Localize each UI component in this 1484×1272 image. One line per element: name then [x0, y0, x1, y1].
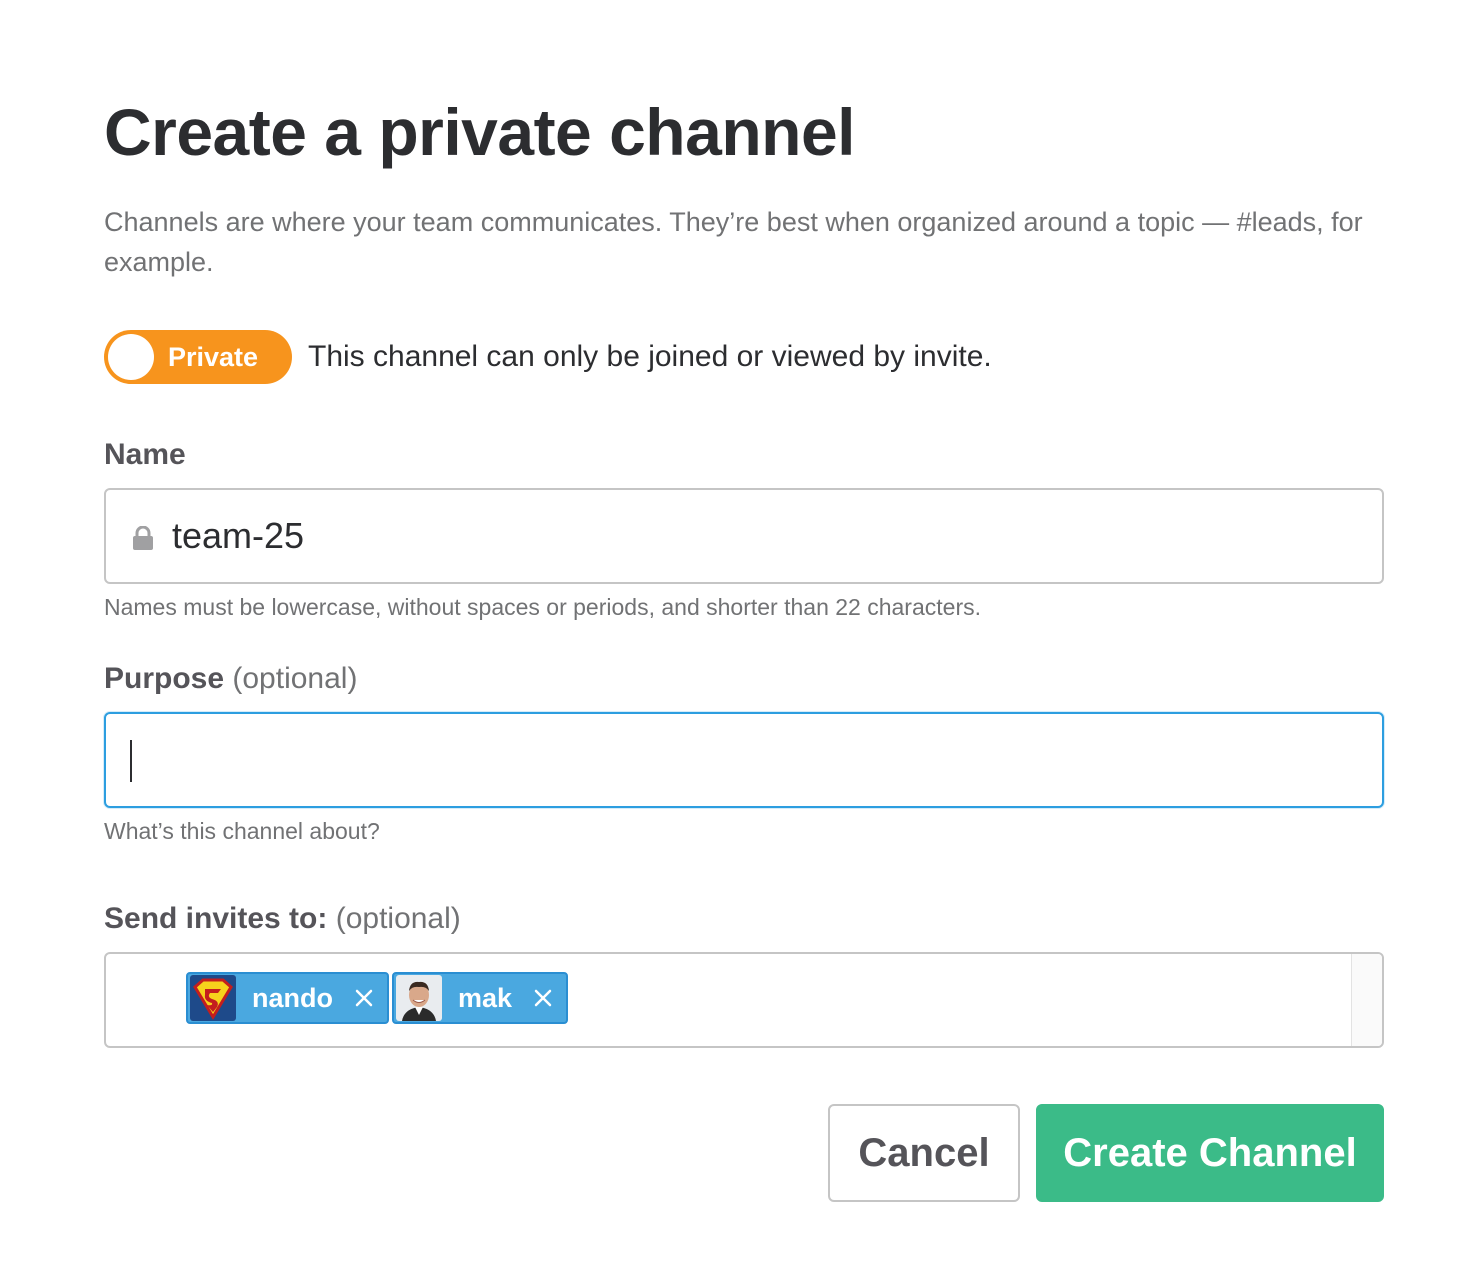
user-avatar-icon [396, 975, 442, 1021]
create-channel-button[interactable]: Create Channel [1036, 1104, 1384, 1202]
invites-scrollbar[interactable] [1351, 954, 1382, 1046]
invites-field[interactable]: nando mak [104, 952, 1384, 1048]
name-field[interactable]: team-25 [104, 488, 1384, 584]
name-hint: Names must be lowercase, without spaces … [104, 594, 981, 620]
invite-chip[interactable]: nando [186, 972, 389, 1024]
create-channel-dialog: Create a private channel Channels are wh… [0, 0, 1484, 1272]
invite-chip[interactable]: mak [392, 972, 569, 1024]
dialog-title: Create a private channel [104, 95, 856, 169]
invites-optional: (optional) [335, 902, 461, 935]
privacy-row: Private This channel can only be joined … [104, 330, 992, 384]
purpose-field[interactable] [104, 712, 1384, 808]
name-label: Name [104, 438, 186, 471]
name-value: team-25 [172, 515, 305, 556]
purpose-hint: What’s this channel about? [104, 818, 380, 844]
text-caret [130, 740, 132, 782]
chip-name: mak [458, 982, 513, 1013]
toggle-label: Private [168, 342, 259, 372]
private-toggle[interactable]: Private [104, 330, 292, 384]
dialog-description: Channels are where your team communicate… [104, 207, 1363, 277]
superman-avatar-icon [190, 975, 236, 1021]
purpose-optional: (optional) [232, 662, 358, 695]
chip-name: nando [252, 982, 333, 1013]
remove-icon[interactable] [532, 987, 554, 1009]
invites-label: Send invites to: (optional) [104, 902, 461, 935]
lock-icon [133, 526, 153, 550]
remove-icon[interactable] [353, 987, 375, 1009]
purpose-label: Purpose (optional) [104, 662, 358, 695]
cancel-button[interactable]: Cancel [828, 1104, 1020, 1202]
toggle-knob [108, 334, 154, 380]
privacy-description: This channel can only be joined or viewe… [308, 340, 992, 373]
